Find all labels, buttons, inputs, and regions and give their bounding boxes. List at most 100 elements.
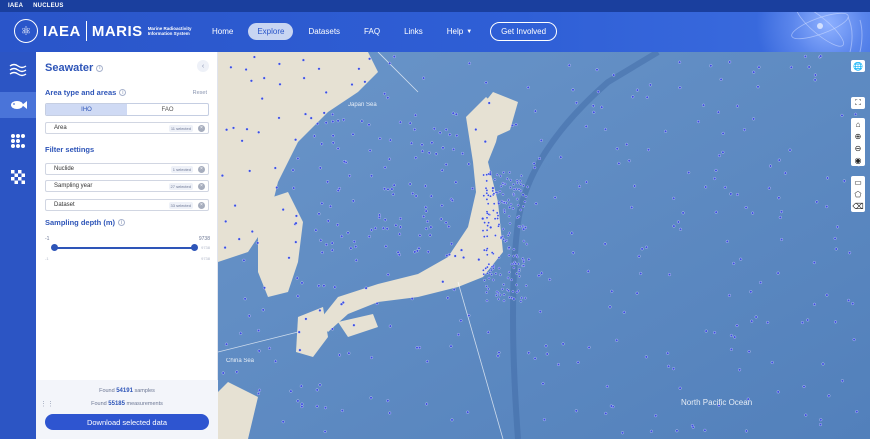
sample-point[interactable] — [518, 179, 522, 183]
depth-info-icon[interactable]: i — [118, 219, 125, 226]
sample-point[interactable] — [735, 324, 739, 328]
sample-point[interactable] — [370, 174, 373, 178]
sample-point[interactable] — [545, 352, 549, 356]
sample-point[interactable] — [709, 64, 713, 68]
sample-point[interactable] — [803, 54, 807, 58]
sample-point[interactable] — [494, 272, 498, 275]
sample-point[interactable] — [432, 127, 436, 131]
sample-point[interactable] — [509, 178, 512, 182]
hide-icon[interactable]: ◉ — [851, 154, 865, 166]
sample-point[interactable] — [492, 278, 495, 282]
sample-point[interactable] — [635, 88, 639, 92]
iaea-link[interactable]: IAEA — [8, 3, 23, 9]
sample-point[interactable] — [559, 155, 563, 159]
nav-faq[interactable]: FAQ — [364, 27, 380, 36]
info-icon[interactable]: i — [96, 64, 104, 72]
sample-point[interactable] — [397, 253, 401, 257]
sample-point[interactable] — [500, 199, 504, 203]
sample-point[interactable] — [368, 149, 372, 152]
sample-point[interactable] — [486, 202, 490, 205]
sample-point[interactable] — [483, 235, 486, 238]
sample-point[interactable] — [375, 302, 379, 305]
sample-point[interactable] — [780, 210, 783, 214]
sample-point[interactable] — [240, 139, 244, 143]
area-info-icon[interactable]: i — [119, 89, 127, 96]
sample-point[interactable] — [735, 104, 739, 108]
depth-max-handle[interactable] — [191, 244, 198, 251]
sample-point[interactable] — [495, 211, 499, 215]
depth-min-handle[interactable] — [51, 244, 58, 251]
sample-point[interactable] — [494, 234, 497, 237]
sample-point[interactable] — [485, 191, 489, 195]
sample-point[interactable] — [347, 351, 351, 355]
sample-point[interactable] — [318, 383, 322, 387]
sample-point[interactable] — [509, 186, 512, 189]
nav-explore[interactable]: Explore — [248, 23, 294, 40]
sample-point[interactable] — [350, 83, 354, 86]
sample-point[interactable] — [220, 174, 224, 178]
sample-point[interactable] — [452, 288, 456, 292]
sample-point[interactable] — [497, 202, 501, 205]
sample-point[interactable] — [812, 261, 816, 265]
sample-point[interactable] — [467, 61, 471, 65]
sample-point[interactable] — [225, 128, 229, 132]
sample-point[interactable] — [515, 253, 518, 257]
sample-point[interactable] — [517, 269, 521, 273]
sample-point[interactable] — [383, 92, 387, 96]
sample-point[interactable] — [723, 185, 727, 189]
sample-point[interactable] — [704, 185, 708, 189]
sample-point[interactable] — [440, 168, 444, 172]
sample-point[interactable] — [515, 197, 519, 201]
sample-point[interactable] — [557, 363, 560, 366]
sample-point[interactable] — [848, 251, 852, 255]
sample-point[interactable] — [413, 250, 417, 254]
sample-point[interactable] — [326, 180, 330, 184]
sample-point[interactable] — [291, 168, 295, 172]
sample-point[interactable] — [596, 90, 600, 94]
sample-point[interactable] — [508, 296, 511, 299]
sample-point[interactable] — [524, 195, 528, 198]
sample-point[interactable] — [262, 286, 266, 290]
sample-point[interactable] — [461, 152, 465, 155]
sample-point[interactable] — [561, 342, 565, 346]
sample-point[interactable] — [508, 231, 511, 235]
sample-point[interactable] — [491, 186, 495, 190]
sample-point[interactable] — [678, 86, 682, 90]
sample-point[interactable] — [423, 184, 427, 188]
sample-point[interactable] — [571, 251, 575, 255]
sample-point[interactable] — [533, 356, 537, 360]
sample-point[interactable] — [296, 157, 300, 160]
sample-point[interactable] — [819, 418, 823, 422]
sample-point[interactable] — [750, 319, 754, 323]
sample-point[interactable] — [499, 273, 502, 277]
sample-point[interactable] — [242, 258, 246, 262]
sample-point[interactable] — [482, 272, 486, 276]
sample-point[interactable] — [639, 272, 643, 275]
sample-point[interactable] — [483, 221, 486, 224]
eraser-icon[interactable]: ⌫ — [851, 200, 865, 212]
sample-point[interactable] — [352, 323, 356, 327]
sample-point[interactable] — [587, 345, 591, 349]
sample-point[interactable] — [320, 142, 324, 146]
sample-point[interactable] — [396, 250, 400, 254]
sample-point[interactable] — [834, 247, 838, 251]
sample-point[interactable] — [584, 124, 588, 128]
sample-point[interactable] — [492, 202, 496, 205]
sample-point[interactable] — [315, 388, 319, 392]
sample-point[interactable] — [455, 134, 459, 138]
sample-point[interactable] — [487, 194, 490, 197]
nuclide-clear-icon[interactable]: × — [198, 165, 205, 173]
sample-point[interactable] — [331, 141, 335, 145]
sample-point[interactable] — [604, 411, 608, 415]
sample-point[interactable] — [257, 130, 261, 134]
sample-point[interactable] — [357, 67, 361, 71]
sample-point[interactable] — [625, 142, 629, 146]
sample-point[interactable] — [743, 128, 746, 132]
sample-point[interactable] — [854, 112, 858, 116]
sample-point[interactable] — [488, 271, 492, 274]
sample-point[interactable] — [418, 233, 422, 237]
sample-point[interactable] — [519, 300, 523, 303]
sample-point[interactable] — [385, 227, 389, 231]
sample-point[interactable] — [739, 257, 743, 261]
sampling-year-select[interactable]: Sampling year 27 selected × — [45, 180, 209, 192]
